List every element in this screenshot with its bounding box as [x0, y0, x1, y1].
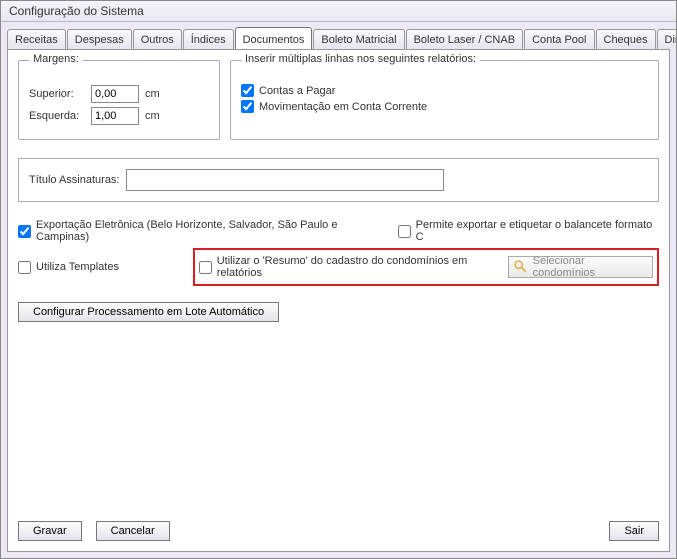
tab-outros[interactable]: Outros	[133, 29, 182, 49]
search-icon	[513, 259, 527, 276]
contas-a-pagar-checkbox[interactable]	[241, 84, 254, 97]
permite-exportar-checkbox[interactable]	[398, 225, 411, 238]
gravar-button[interactable]: Gravar	[18, 521, 82, 541]
insert-legend: Inserir múltiplas linhas nos seguintes r…	[241, 53, 480, 65]
window-title: Configuração do Sistema	[1, 1, 676, 22]
margins-group: Margens: Superior: cm Esquerda: cm	[18, 60, 220, 140]
exportacao-eletronica-checkbox[interactable]	[18, 225, 31, 238]
highlight-box: Utilizar o 'Resumo' do cadastro do condo…	[193, 248, 659, 286]
tab-content: Margens: Superior: cm Esquerda: cm Inser…	[7, 49, 670, 552]
esquerda-label: Esquerda:	[29, 110, 85, 122]
selecionar-condominios-label: Selecionar condomínios	[533, 255, 644, 279]
esquerda-unit: cm	[145, 110, 165, 122]
sair-button[interactable]: Sair	[609, 521, 659, 541]
superior-label: Superior:	[29, 88, 85, 100]
contas-a-pagar-label: Contas a Pagar	[259, 85, 335, 97]
configurar-lote-button[interactable]: Configurar Processamento em Lote Automát…	[18, 302, 279, 322]
checks-section: Exportação Eletrônica (Belo Horizonte, S…	[18, 214, 659, 288]
margins-legend: Margens:	[29, 53, 83, 65]
title-signatures-label: Título Assinaturas:	[29, 174, 120, 186]
exportacao-eletronica-label: Exportação Eletrônica (Belo Horizonte, S…	[36, 219, 388, 243]
selecionar-condominios-button[interactable]: Selecionar condomínios	[508, 256, 653, 278]
utiliza-templates-checkbox[interactable]	[18, 261, 31, 274]
tab-indices[interactable]: Índices	[183, 29, 234, 49]
utilizar-resumo-label: Utilizar o 'Resumo' do cadastro do condo…	[217, 255, 502, 279]
window: Configuração do Sistema Receitas Despesa…	[0, 0, 677, 559]
cancelar-button[interactable]: Cancelar	[96, 521, 170, 541]
esquerda-input[interactable]	[91, 107, 139, 125]
tab-conta-pool[interactable]: Conta Pool	[524, 29, 594, 49]
mov-conta-corrente-checkbox[interactable]	[241, 100, 254, 113]
tab-documentos[interactable]: Documentos	[235, 27, 313, 49]
insert-group: Inserir múltiplas linhas nos seguintes r…	[230, 60, 659, 140]
utilizar-resumo-checkbox[interactable]	[199, 261, 212, 274]
mov-conta-corrente-label: Movimentação em Conta Corrente	[259, 101, 427, 113]
tab-cheques[interactable]: Cheques	[596, 29, 656, 49]
title-signatures-input[interactable]	[126, 169, 444, 191]
footer-buttons: Gravar Cancelar Sair	[18, 521, 659, 541]
tab-boleto-matricial[interactable]: Boleto Matricial	[313, 29, 404, 49]
tab-despesas[interactable]: Despesas	[67, 29, 132, 49]
utiliza-templates-label: Utiliza Templates	[36, 261, 119, 273]
superior-unit: cm	[145, 88, 165, 100]
superior-input[interactable]	[91, 85, 139, 103]
tab-receitas[interactable]: Receitas	[7, 29, 66, 49]
permite-exportar-label: Permite exportar e etiquetar o balancete…	[416, 219, 659, 243]
tab-boleto-laser[interactable]: Boleto Laser / CNAB	[406, 29, 524, 49]
tab-diretorios[interactable]: Diretórios	[657, 29, 676, 49]
title-signatures-group: Título Assinaturas:	[18, 158, 659, 202]
tab-bar: Receitas Despesas Outros Índices Documen…	[1, 22, 676, 49]
